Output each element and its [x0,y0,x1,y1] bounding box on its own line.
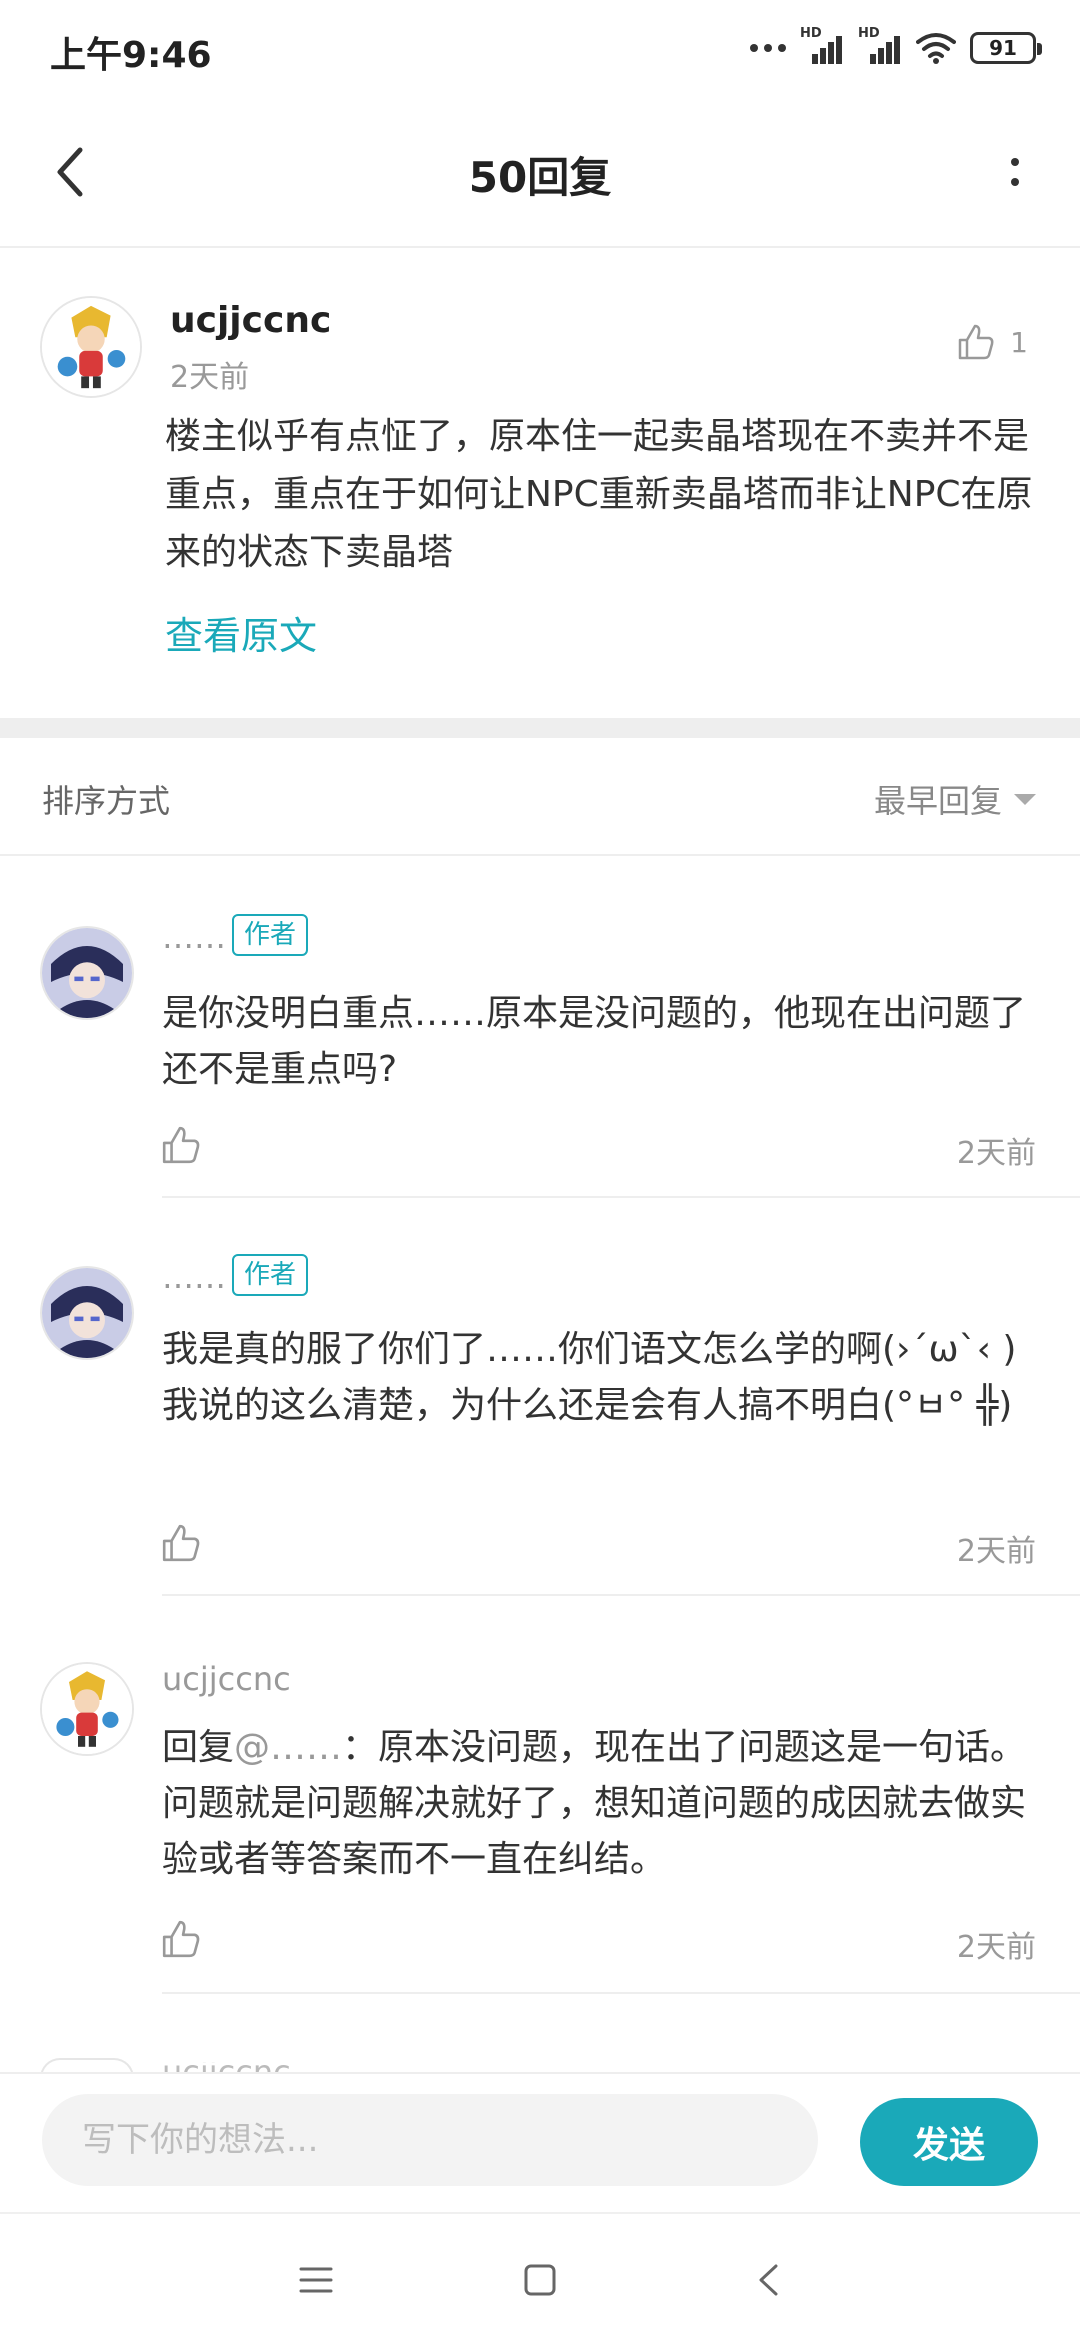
avatar[interactable] [40,1662,134,1756]
reply-time: 2天前 [956,1534,1036,1569]
thumbs-up-icon [162,1524,200,1562]
back-nav-button[interactable] [740,2252,796,2308]
avatar[interactable] [40,926,134,1020]
page-title: 50回复 [468,153,612,202]
sort-value: 最早回复 [873,782,1002,820]
like-button[interactable] [160,1918,202,1964]
author-badge: 作者 [232,914,309,956]
signal-icon: HD [800,26,844,66]
reply-username[interactable]: …… [162,918,226,956]
post-content: 楼主似乎有点怔了，原本住一起卖晶塔现在不卖并不是重点，重点在于如何让NPC重新卖… [165,416,1033,573]
hd-label-2: HD [858,26,880,41]
author-badge: 作者 [232,1254,309,1296]
reply-item: ucjjccnc 回复@……：原本没问题，现在出了问题这是一句话。问题就是问题解… [0,1596,1080,1996]
home-nav-button[interactable] [512,2252,568,2308]
avatar[interactable] [40,1266,134,1360]
wifi-icon [916,33,956,64]
sort-dropdown[interactable]: 最早回复 [874,776,1036,822]
avatar-image [42,1664,132,1754]
like-count: 1 [1010,325,1028,359]
status-icons: HD HD 91 [750,26,1042,68]
thumbs-up-icon [958,324,994,360]
reply-time: 2天前 [956,1136,1036,1171]
more-options-button[interactable] [980,132,1050,212]
reply-time: 2天前 [956,1930,1036,1965]
hd-label: HD [800,26,822,41]
reply-item: …… 作者 我是真的服了你们了……你们语文怎么学的啊(›´ω`‹ )我说的这么清… [0,1198,1080,1598]
like-button[interactable] [160,1522,202,1568]
post-username[interactable]: ucjjccnc [170,300,331,341]
more-vertical-icon [1011,158,1019,166]
comment-composer: 发送 [0,2072,1080,2212]
system-nav-bar [0,2212,1080,2340]
menu-icon [299,2267,333,2293]
comment-input[interactable] [42,2094,818,2186]
reply-content: 回复@……：原本没问题，现在出了问题这是一句话。问题就是问题解决就好了，想知道问… [162,1720,1042,1888]
main-post: ucjjccnc 2天前 1 楼主似乎有点怔了，原本住一起卖晶塔现在不卖并不是重… [0,250,1080,718]
more-status-icon [750,44,786,52]
sort-label: 排序方式 [42,782,171,820]
reply-prefix: 回复 [162,1727,235,1768]
thumbs-up-icon [162,1126,200,1164]
reply-item: …… 作者 是你没明白重点……原本是没问题的，他现在出问题了还不是重点吗? 2天… [0,858,1080,1200]
divider [162,1992,1080,1994]
signal-icon-2: HD [858,26,902,66]
reply-username[interactable]: ucjjccnc [162,1660,291,1698]
status-time: 上午9:46 [50,35,212,76]
view-original-link[interactable]: 查看原文 [165,605,317,660]
reply-username[interactable]: …… [162,1258,226,1296]
like-button[interactable] [160,1124,202,1170]
reply-username[interactable]: ucjjccnc [162,2062,302,2072]
avatar-image [42,298,140,396]
reply-content: 我是真的服了你们了……你们语文怎么学的啊(›´ω`‹ )我说的这么清楚，为什么还… [162,1329,1017,1426]
post-time: 2天前 [170,360,250,395]
section-divider [0,718,1080,738]
battery-icon: 91 [970,32,1042,64]
home-square-icon [524,2264,556,2296]
battery-level: 91 [989,36,1017,60]
sort-bar: 排序方式 最早回复 [0,738,1080,856]
like-button[interactable]: 1 [956,322,1028,362]
top-app-bar: 50回复 [0,96,1080,248]
mention-link[interactable]: @…… [234,1727,342,1768]
reply-content: 是你没明白重点……原本是没问题的，他现在出问题了还不是重点吗? [162,993,1027,1090]
status-bar: 上午9:46 HD HD 91 [0,0,1080,96]
menu-nav-button[interactable] [288,2252,344,2308]
avatar[interactable] [40,296,142,398]
send-button[interactable]: 发送 [860,2098,1038,2186]
caret-down-icon [1014,793,1036,805]
avatar-image [42,928,132,1018]
triangle-back-icon [759,2264,778,2296]
thumbs-up-icon [162,1920,200,1958]
avatar-image [42,1268,132,1358]
